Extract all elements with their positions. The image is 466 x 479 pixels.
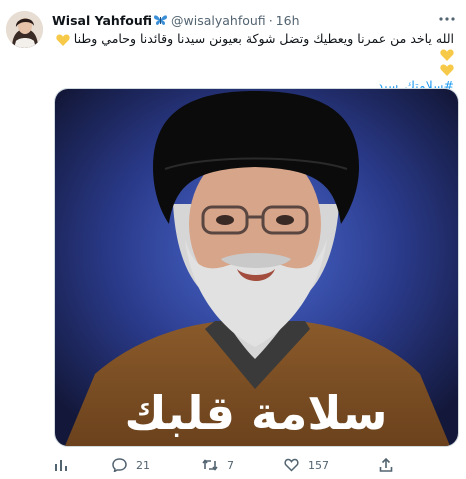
reply-button[interactable]: 21	[112, 458, 150, 472]
avatar-image	[6, 11, 43, 48]
heart-icon	[284, 458, 299, 472]
butterfly-icon	[153, 14, 168, 26]
reply-count: 21	[136, 458, 150, 472]
like-button[interactable]: 157	[284, 458, 329, 472]
tweet-text-line: الله ياخد من عمرنا ويعطيك وتضل شوكة بعيو…	[73, 31, 454, 46]
tweet-header: Wisal Yahfoufi @wisalyahfoufi · 16h	[52, 11, 300, 29]
tweet-text: الله ياخد من عمرنا ويعطيك وتضل شوكة بعيو…	[52, 31, 454, 93]
separator-dot: ·	[268, 12, 273, 28]
share-button[interactable]	[379, 458, 393, 472]
yellow-heart-icon	[440, 49, 454, 61]
like-count: 157	[308, 458, 329, 472]
timestamp[interactable]: 16h	[276, 13, 300, 28]
tweet-card[interactable]: Wisal Yahfoufi @wisalyahfoufi · 16h الله…	[0, 0, 466, 479]
tweet-actions: 21 7 157	[54, 458, 454, 474]
yellow-heart-icon	[56, 34, 70, 46]
image-caption: سلامة قلبك	[124, 386, 387, 440]
analytics-icon	[55, 460, 67, 471]
views-button[interactable]	[54, 458, 68, 472]
retweet-count: 7	[227, 458, 234, 472]
portrait-image: سلامة قلبك	[55, 89, 458, 446]
tweet-image[interactable]: سلامة قلبك	[54, 88, 459, 447]
user-handle[interactable]: @wisalyahfoufi	[171, 13, 266, 28]
yellow-heart-icon	[440, 64, 454, 76]
avatar[interactable]	[6, 11, 43, 48]
share-icon	[379, 458, 393, 472]
retweet-icon	[202, 459, 218, 471]
more-dots-icon	[439, 17, 455, 21]
more-options-button[interactable]	[436, 12, 458, 26]
reply-icon	[112, 458, 127, 472]
retweet-button[interactable]: 7	[202, 458, 234, 472]
display-name[interactable]: Wisal Yahfoufi	[52, 13, 152, 28]
